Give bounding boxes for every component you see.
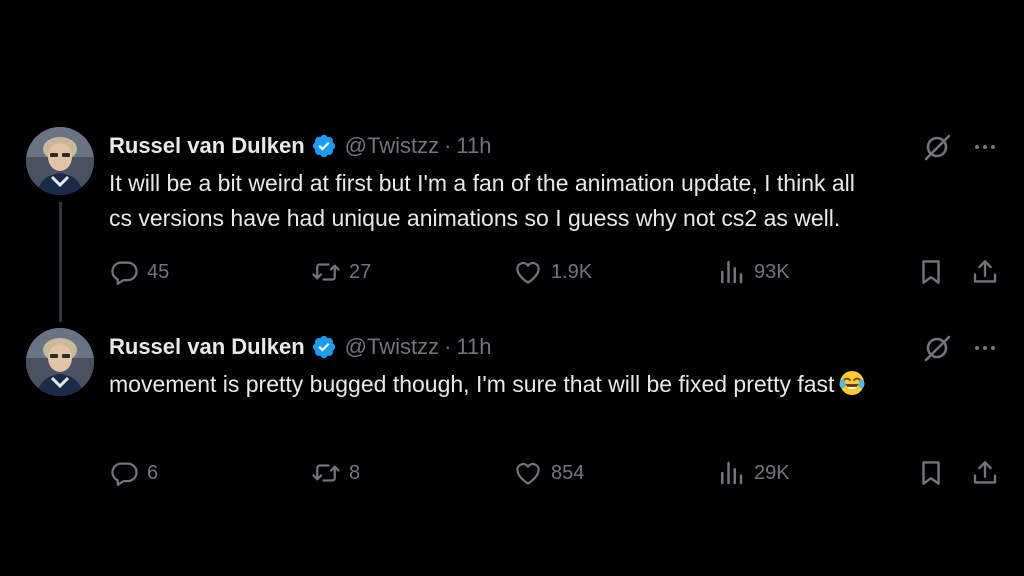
bookmark-icon: [916, 257, 946, 287]
avatar[interactable]: [26, 328, 94, 396]
author-handle[interactable]: @Twistzz: [345, 133, 439, 159]
views-icon: [716, 257, 746, 287]
action-bar: 45 27 1.9K 93K: [0, 256, 1024, 288]
share-button[interactable]: [970, 457, 1000, 489]
reply-count: 45: [147, 260, 170, 283]
like-button[interactable]: 854: [513, 457, 584, 489]
tweet-text-line: It will be a bit weird at first but I'm …: [109, 170, 855, 196]
repost-button[interactable]: 27: [311, 256, 371, 288]
repost-button[interactable]: 8: [311, 457, 360, 489]
more-icon[interactable]: [970, 334, 1000, 362]
bookmark-button[interactable]: [916, 457, 946, 489]
reply-icon: [109, 458, 139, 488]
verified-icon[interactable]: [311, 133, 337, 159]
reply-icon: [109, 257, 139, 287]
author-name[interactable]: Russel van Dulken: [109, 334, 305, 360]
tweet-header: Russel van Dulken @Twistzz · 11h: [109, 131, 492, 161]
like-icon: [513, 257, 543, 287]
reply-button[interactable]: 6: [109, 457, 158, 489]
share-icon: [970, 458, 1000, 488]
like-count: 854: [551, 461, 585, 484]
share-button[interactable]: [970, 256, 1000, 288]
grok-icon[interactable]: [922, 333, 952, 363]
views-button[interactable]: 29K: [716, 457, 790, 489]
repost-count: 27: [349, 260, 372, 283]
separator-dot: ·: [444, 334, 452, 359]
share-icon: [970, 257, 1000, 287]
views-button[interactable]: 93K: [716, 256, 790, 288]
separator-dot: ·: [444, 133, 452, 158]
repost-icon: [311, 458, 341, 488]
tweet-text-line: movement is pretty bugged though, I'm su…: [109, 371, 835, 397]
like-icon: [513, 458, 543, 488]
action-bar: 6 8 854 29K: [0, 457, 1024, 489]
views-count: 29K: [754, 461, 790, 484]
repost-count: 8: [349, 461, 361, 484]
grok-icon[interactable]: [922, 132, 952, 162]
bookmark-button[interactable]: [916, 256, 946, 288]
tweet-text: movement is pretty bugged though, I'm su…: [109, 367, 1004, 402]
views-count: 93K: [754, 260, 790, 283]
timestamp[interactable]: 11h: [456, 334, 491, 360]
author-name[interactable]: Russel van Dulken: [109, 133, 305, 159]
tweet-text-line: cs versions have had unique animations s…: [109, 205, 841, 231]
more-icon[interactable]: [970, 133, 1000, 161]
reply-count: 6: [147, 461, 159, 484]
avatar[interactable]: [26, 127, 94, 195]
repost-icon: [311, 257, 341, 287]
author-handle[interactable]: @Twistzz: [345, 334, 439, 360]
reply-button[interactable]: 45: [109, 256, 169, 288]
face-with-tears-of-joy-icon: [838, 369, 866, 397]
tweet-header: Russel van Dulken @Twistzz · 11h: [109, 332, 492, 362]
bookmark-icon: [916, 458, 946, 488]
like-count: 1.9K: [551, 260, 593, 283]
views-icon: [716, 458, 746, 488]
like-button[interactable]: 1.9K: [513, 256, 592, 288]
tweet-text: It will be a bit weird at first but I'm …: [109, 166, 1004, 236]
timestamp[interactable]: 11h: [456, 133, 491, 159]
verified-icon[interactable]: [311, 334, 337, 360]
